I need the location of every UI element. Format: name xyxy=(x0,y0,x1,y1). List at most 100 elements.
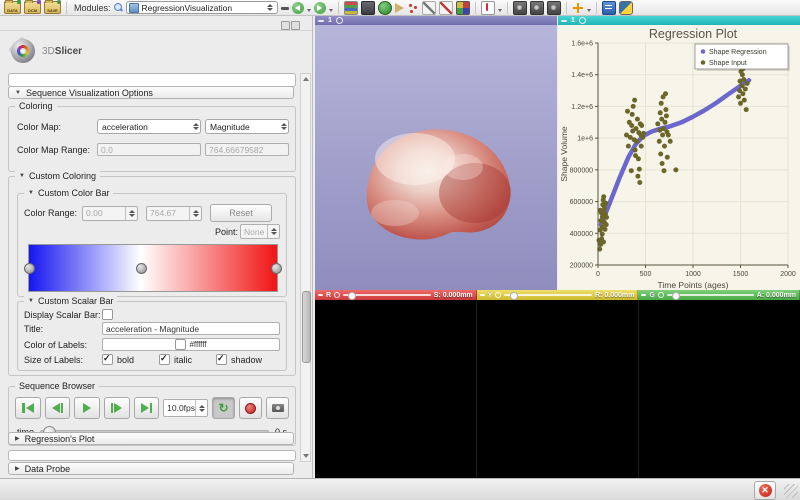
label-color-picker[interactable]: #ffffff xyxy=(102,338,280,351)
slice-view-green[interactable] xyxy=(639,300,800,478)
snapshot-button[interactable] xyxy=(266,397,289,419)
color-range-max-spinbox[interactable]: 764.67 xyxy=(146,206,202,221)
capture-screenshot-icon[interactable] xyxy=(513,1,527,15)
sequence-browser-title: Sequence Browser xyxy=(19,381,95,391)
mouse-mode-caret-icon[interactable] xyxy=(498,9,502,12)
slice-offset-slider[interactable] xyxy=(667,294,754,296)
gradient-handle-left[interactable] xyxy=(24,263,35,274)
python-console-icon[interactable] xyxy=(619,1,633,15)
view-3d-canvas[interactable] xyxy=(315,25,557,290)
custom-scalar-bar-header[interactable]: ▼ Custom Scalar Bar xyxy=(24,296,117,306)
save-icon[interactable]: SAVE xyxy=(44,1,61,14)
sequence-visualization-options-header[interactable]: ▼ Sequence Visualization Options xyxy=(8,86,294,99)
capture-view-icon[interactable] xyxy=(530,1,544,15)
error-log-button[interactable]: ✕ xyxy=(754,481,776,500)
component-stepper[interactable] xyxy=(279,121,288,132)
transform-arrow-icon[interactable] xyxy=(395,3,404,13)
scroll-up-icon[interactable] xyxy=(303,77,309,81)
gradient-handle-right[interactable] xyxy=(271,263,282,274)
loop-button[interactable]: ↻ xyxy=(212,397,235,419)
resize-grip[interactable] xyxy=(784,484,798,498)
color-map-range-max-field[interactable]: 764.66679582 xyxy=(205,143,289,156)
slice-visibility-icon[interactable] xyxy=(334,292,340,298)
slice-pin-icon[interactable] xyxy=(318,294,323,296)
module-header-bar[interactable] xyxy=(8,73,296,87)
svg-text:1e+6: 1e+6 xyxy=(577,136,593,143)
fiducial-points-icon[interactable] xyxy=(407,2,419,14)
markup-pencil-icon[interactable] xyxy=(422,1,436,15)
go-to-first-frame-button[interactable] xyxy=(15,397,41,419)
load-data-icon[interactable]: DATA xyxy=(4,1,21,14)
slice-slider-handle[interactable] xyxy=(348,292,356,300)
regression-plot-canvas[interactable]: 2000004000006000008000001e+61.2e+61.4e+6… xyxy=(558,25,800,291)
crosshair-icon[interactable] xyxy=(572,2,584,14)
regressions-plot-header[interactable]: ▶ Regression's Plot xyxy=(8,432,294,445)
custom-color-bar-header[interactable]: ▼ Custom Color Bar xyxy=(24,188,113,198)
module-history-icon[interactable] xyxy=(281,7,289,10)
data-probe-header[interactable]: ▶ Data Probe xyxy=(8,462,294,475)
slice-visibility-icon[interactable] xyxy=(495,292,501,298)
main-toolbar: DATA DCM SAVE Modules: RegressionVisuali… xyxy=(0,0,800,16)
slice-visibility-icon[interactable] xyxy=(658,292,664,298)
sequence-visualization-options-label: Sequence Visualization Options xyxy=(26,88,153,98)
slice-view-yellow[interactable] xyxy=(477,300,639,478)
bold-checkbox[interactable] xyxy=(102,354,113,365)
play-button[interactable] xyxy=(74,397,100,419)
slice-offset-slider[interactable] xyxy=(504,294,592,296)
status-bar: ✕ xyxy=(0,478,800,500)
view-pin-icon[interactable] xyxy=(318,20,324,22)
slice-slider-handle[interactable] xyxy=(672,292,680,300)
next-frame-button[interactable] xyxy=(104,397,130,419)
layout-modules-icon[interactable] xyxy=(344,1,358,15)
back-arrow-icon[interactable] xyxy=(292,2,304,14)
panel-pin-icon[interactable] xyxy=(281,21,290,30)
crosshair-caret-icon[interactable] xyxy=(587,9,591,12)
scalar-bar-title-input[interactable]: acceleration - Magnitude xyxy=(102,322,280,335)
color-range-min-spinbox[interactable]: 0.00 xyxy=(82,206,138,221)
fps-spinbox[interactable]: 10.0fps xyxy=(163,399,208,417)
mouse-mode-icon[interactable] xyxy=(481,1,495,15)
annotate-pencil-icon[interactable] xyxy=(439,1,453,15)
gradient-handle-middle[interactable] xyxy=(136,263,147,274)
point-spinbox[interactable]: None xyxy=(240,224,280,239)
panel-scrollbar[interactable] xyxy=(300,73,311,462)
slice-slider-handle[interactable] xyxy=(510,292,518,300)
display-scalar-bar-checkbox[interactable] xyxy=(102,309,113,320)
module-selector-stepper[interactable] xyxy=(266,2,275,13)
color-map-range-min-field[interactable]: 0.0 xyxy=(97,143,201,156)
reset-button[interactable]: Reset xyxy=(210,204,272,222)
shadow-checkbox[interactable] xyxy=(216,354,227,365)
component-combobox[interactable]: Magnitude xyxy=(205,119,289,134)
panel-close-icon[interactable] xyxy=(291,21,300,30)
toolbar-separator xyxy=(475,2,476,14)
layout-selector-icon[interactable] xyxy=(456,1,470,15)
scene-views-icon[interactable] xyxy=(378,1,392,15)
view-pin-icon[interactable] xyxy=(561,20,567,22)
slice-pin-icon[interactable] xyxy=(480,294,485,296)
module-selector-combobox[interactable]: RegressionVisualization xyxy=(126,1,278,14)
capture-sequence-icon[interactable] xyxy=(547,1,561,15)
view-visibility-icon[interactable] xyxy=(579,17,586,24)
color-gradient-bar[interactable] xyxy=(28,244,278,292)
back-history-caret-icon[interactable] xyxy=(307,9,311,12)
scrollbar-thumb[interactable] xyxy=(302,291,311,363)
dicom-icon[interactable]: DCM xyxy=(24,1,41,14)
slice-pin-icon[interactable] xyxy=(641,294,646,296)
extensions-manager-icon[interactable] xyxy=(602,1,616,15)
go-to-last-frame-button[interactable] xyxy=(134,397,160,419)
color-map-combobox[interactable]: acceleration xyxy=(97,119,201,134)
screenshot-tool-icon[interactable] xyxy=(361,1,375,15)
camera-icon xyxy=(272,404,284,412)
view-visibility-icon[interactable] xyxy=(336,17,343,24)
forward-arrow-icon[interactable] xyxy=(314,2,326,14)
previous-frame-button[interactable] xyxy=(45,397,71,419)
scroll-down-icon[interactable] xyxy=(303,454,309,458)
slice-offset-slider[interactable] xyxy=(343,294,431,296)
custom-coloring-header[interactable]: ▼ Custom Coloring xyxy=(15,171,100,181)
italic-checkbox[interactable] xyxy=(159,354,170,365)
forward-history-caret-icon[interactable] xyxy=(329,9,333,12)
module-search-icon[interactable] xyxy=(114,3,123,12)
color-map-stepper[interactable] xyxy=(191,121,200,132)
slice-view-red[interactable] xyxy=(315,300,477,478)
record-button[interactable] xyxy=(239,397,262,419)
